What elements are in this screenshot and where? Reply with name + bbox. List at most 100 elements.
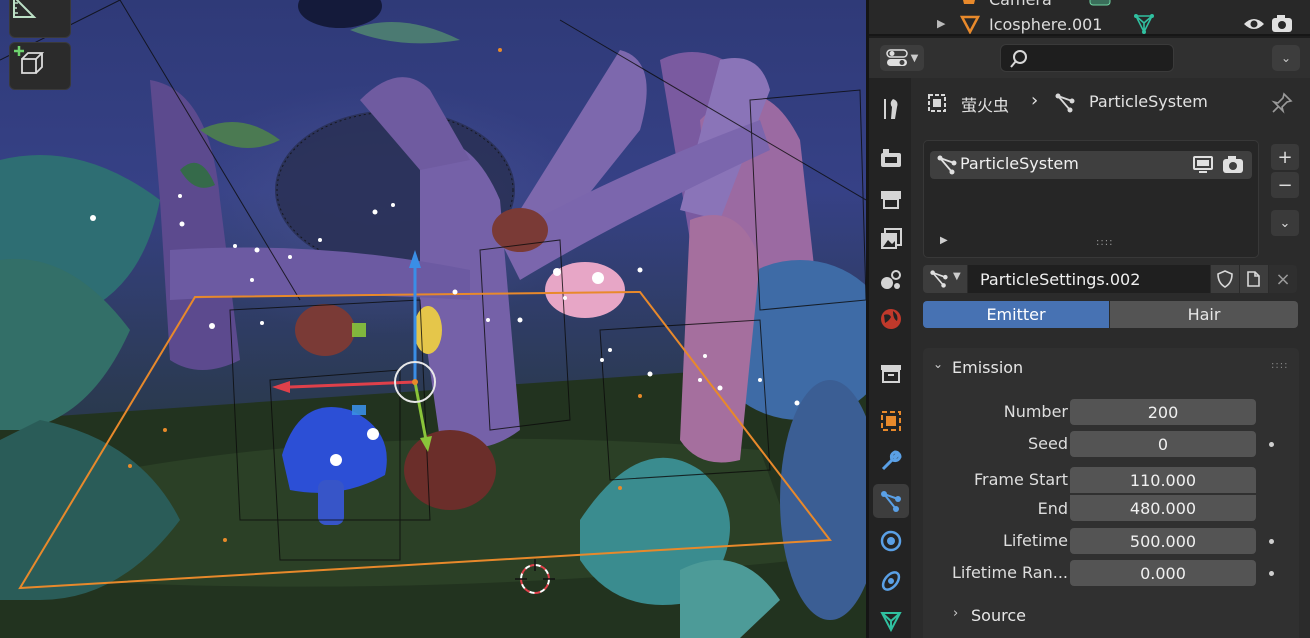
close-icon: × (1275, 268, 1291, 290)
particles-icon (930, 270, 948, 288)
view-layer-icon (881, 228, 902, 249)
resize-grip[interactable]: :::: (1096, 237, 1113, 248)
eye-icon[interactable] (1243, 16, 1265, 32)
new-settings-button[interactable] (1240, 265, 1268, 293)
settings-name-field[interactable]: ParticleSettings.002 (968, 265, 1210, 293)
breadcrumb-particle-system: ParticleSystem (1089, 92, 1208, 111)
tab-particles[interactable] (873, 484, 909, 518)
expand-arrow-icon: › (953, 606, 959, 621)
lifetime-field[interactable]: 500.000 (1070, 528, 1256, 554)
tab-render[interactable] (873, 142, 909, 176)
breadcrumb-object: 萤火虫 (961, 96, 1010, 115)
expand-arrow-icon[interactable]: ▶ (940, 235, 948, 246)
options-dropdown-button[interactable]: ⌄ (1272, 45, 1300, 71)
tool-icon (884, 99, 898, 119)
render-camera-icon[interactable] (1222, 155, 1244, 175)
unlink-settings-button[interactable]: × (1269, 265, 1297, 293)
lifetime-random-label: Lifetime Ran... (951, 563, 1068, 582)
emission-panel-header[interactable]: ⌄ Emission :::: (923, 348, 1299, 388)
chevron-down-icon: ▼ (910, 52, 919, 64)
list-specials-dropdown[interactable]: ⌄ (1271, 210, 1299, 236)
pin-icon[interactable] (1271, 92, 1293, 114)
particles-icon (1055, 93, 1075, 113)
tab-modifiers[interactable] (873, 444, 909, 478)
frame-start-field[interactable]: 110.000 (1070, 467, 1256, 493)
lifetime-random-field[interactable]: 0.000 (1070, 560, 1256, 586)
settings-browse-dropdown[interactable]: ▼ (923, 265, 967, 293)
number-label: Number (1003, 402, 1068, 421)
editor-type-dropdown[interactable]: ▼ (880, 45, 924, 71)
tab-object[interactable] (873, 404, 909, 438)
shield-icon (1217, 270, 1233, 288)
camera-data-icon (1089, 0, 1111, 6)
frame-start-label: Frame Start (973, 470, 1068, 489)
seed-field[interactable]: 0 (1070, 431, 1256, 457)
ruler-icon (13, 0, 37, 18)
scene-render (0, 0, 866, 638)
output-icon (881, 191, 901, 209)
add-cube-tool-button[interactable] (9, 42, 71, 90)
breadcrumb-separator-icon: › (1031, 90, 1039, 111)
tab-constraints[interactable] (873, 564, 909, 598)
list-item[interactable]: ParticleSystem (930, 151, 1252, 179)
outliner-row-camera[interactable]: Camera (869, 0, 1310, 10)
search-icon (1010, 50, 1027, 68)
properties-header: ▼ ⌄ (869, 38, 1310, 78)
keyframe-dot-icon[interactable] (1269, 571, 1274, 576)
lifetime-label: Lifetime (1003, 531, 1068, 550)
source-subpanel-title: Source (971, 606, 1026, 625)
outliner-row-icosphere[interactable]: ▶ Icosphere.001 (869, 13, 1310, 35)
measure-tool-button[interactable] (9, 0, 71, 38)
remove-particle-system-button[interactable]: − (1271, 172, 1299, 198)
mesh-data-tab-icon (880, 612, 902, 633)
render-camera-icon[interactable] (1271, 15, 1293, 33)
number-field[interactable]: 200 (1070, 399, 1256, 425)
tab-scene[interactable] (873, 262, 909, 296)
object-icon (928, 94, 946, 112)
end-label: End (1037, 499, 1068, 518)
chevron-down-icon: ▼ (953, 271, 961, 282)
world-icon (881, 309, 901, 329)
duplicate-icon (1247, 271, 1260, 287)
emission-panel-title: Emission (952, 358, 1024, 377)
tab-data[interactable] (873, 604, 909, 638)
properties-tabs (869, 78, 911, 638)
seed-label: Seed (1028, 434, 1068, 453)
3d-viewport[interactable] (0, 0, 866, 638)
type-hair-button[interactable]: Hair (1110, 301, 1298, 328)
emission-panel: ⌄ Emission :::: Number 200 Seed 0 Frame … (923, 348, 1299, 638)
monitor-icon[interactable] (1192, 156, 1214, 174)
end-field[interactable]: 480.000 (1070, 495, 1256, 521)
expand-arrow-icon[interactable]: ▶ (937, 17, 945, 30)
camera-object-icon (963, 0, 975, 4)
list-item-label: ParticleSystem (960, 154, 1079, 173)
scene-icon (881, 270, 901, 289)
type-emitter-button[interactable]: Emitter (923, 301, 1109, 328)
particles-icon (937, 155, 957, 175)
particle-system-list[interactable]: ParticleSystem ▶ :::: (923, 140, 1259, 258)
add-cube-icon (14, 46, 45, 74)
wrench-icon (881, 450, 902, 471)
outliner: Camera ▶ Icosphere.001 (869, 0, 1310, 36)
object-icon (881, 411, 901, 431)
collapse-arrow-icon: ⌄ (933, 357, 944, 371)
tab-view-layer[interactable] (873, 222, 909, 256)
source-subpanel-header[interactable]: › Source (953, 600, 1253, 630)
physics-icon (880, 530, 902, 552)
keyframe-dot-icon[interactable] (1269, 539, 1274, 544)
tab-collection[interactable] (873, 356, 909, 390)
mesh-data-icon (1134, 14, 1154, 34)
keyframe-dot-icon[interactable] (1269, 442, 1274, 447)
add-particle-system-button[interactable]: + (1271, 144, 1299, 170)
collection-icon (881, 365, 901, 383)
outliner-label: Camera (989, 0, 1052, 9)
tab-physics[interactable] (873, 524, 909, 558)
panel-drag-grip[interactable]: :::: (1271, 360, 1288, 371)
fake-user-button[interactable] (1211, 265, 1239, 293)
tab-world[interactable] (873, 302, 909, 336)
tab-output[interactable] (873, 182, 909, 216)
particles-icon (881, 491, 901, 512)
tab-tool[interactable] (873, 92, 909, 126)
constraints-icon (881, 571, 901, 591)
search-input[interactable] (1000, 44, 1174, 72)
